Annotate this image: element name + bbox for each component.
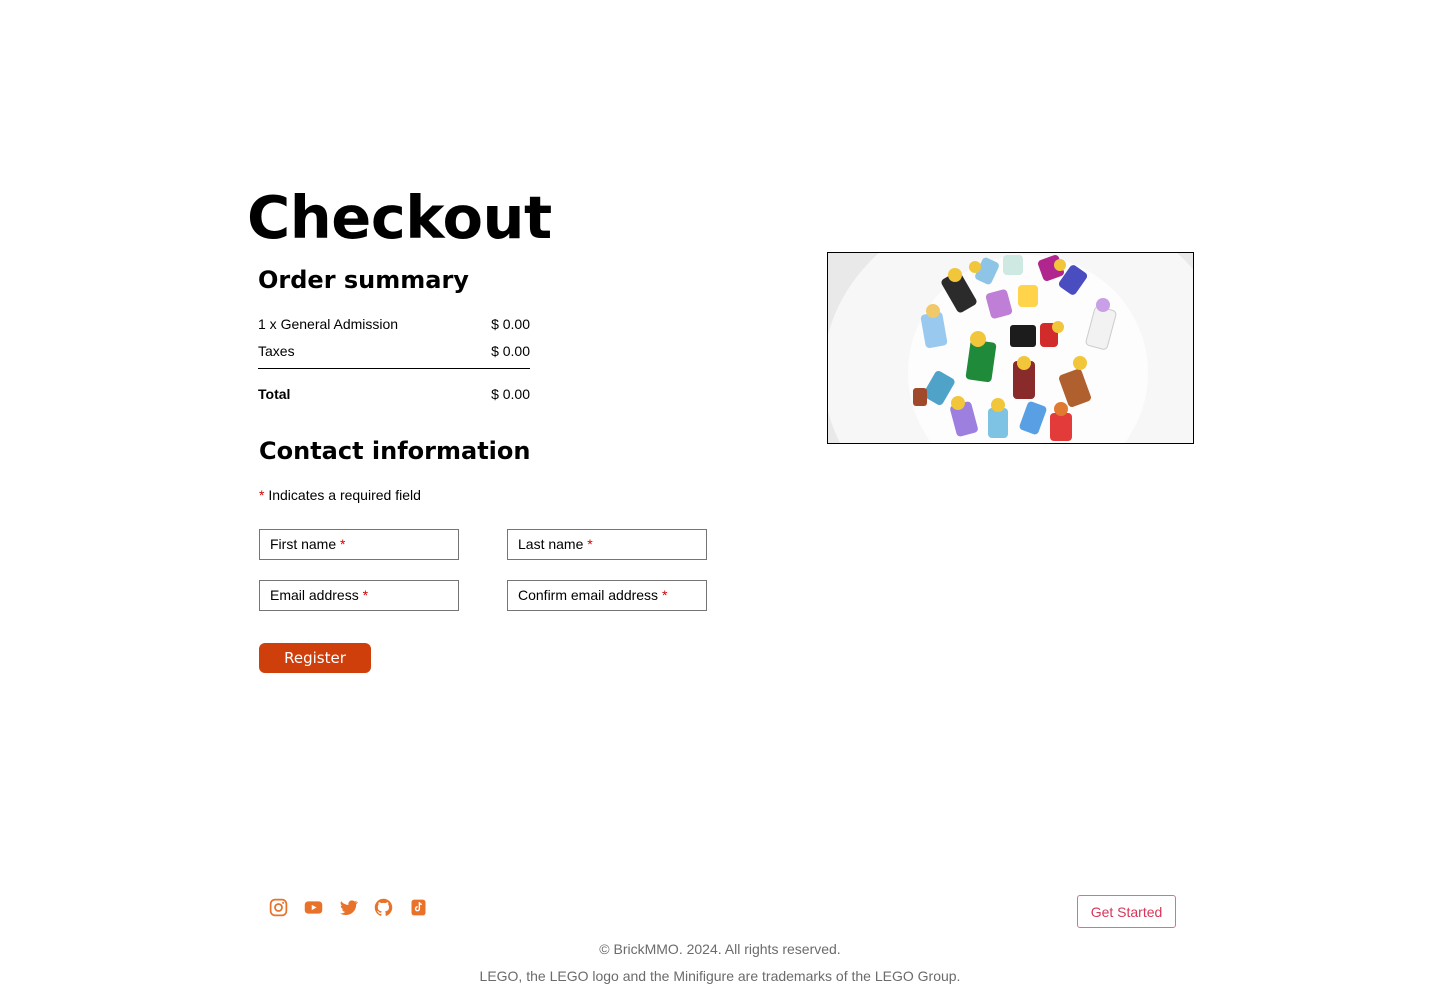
first-name-field[interactable]: First name * <box>259 529 459 560</box>
instagram-icon[interactable] <box>268 897 289 918</box>
contact-heading: Contact information <box>259 437 531 465</box>
total-label: Total <box>258 385 291 402</box>
checkout-page: Checkout Order summary 1 x General Admis… <box>0 0 1440 1008</box>
summary-item-value: $ 0.00 <box>491 342 530 359</box>
required-star: * <box>362 587 369 603</box>
copyright-text: © BrickMMO. 2024. All rights reserved. <box>599 941 841 957</box>
social-links <box>268 897 429 918</box>
summary-divider <box>258 368 530 369</box>
required-star: * <box>259 487 265 503</box>
lego-minifigures-photo-icon <box>828 253 1193 443</box>
register-button[interactable]: Register <box>259 643 371 673</box>
get-started-button[interactable]: Get Started <box>1077 895 1176 928</box>
confirm-email-placeholder: Confirm email address <box>518 587 659 603</box>
confirm-email-field[interactable]: Confirm email address * <box>507 580 707 611</box>
page-title: Checkout <box>247 183 552 252</box>
order-summary-heading: Order summary <box>258 266 469 294</box>
github-icon[interactable] <box>373 897 394 918</box>
required-star: * <box>661 587 668 603</box>
twitter-icon[interactable] <box>338 897 359 918</box>
email-placeholder: Email address <box>270 587 359 603</box>
summary-item-value: $ 0.00 <box>491 315 530 332</box>
last-name-placeholder: Last name <box>518 536 584 552</box>
summary-row-taxes: Taxes $ 0.00 <box>258 337 530 364</box>
hero-image <box>827 252 1194 444</box>
first-name-placeholder: First name <box>270 536 337 552</box>
required-note-text: Indicates a required field <box>268 487 421 503</box>
summary-item-label: 1 x General Admission <box>258 315 399 332</box>
required-field-note: * Indicates a required field <box>259 487 421 503</box>
required-star: * <box>587 536 593 552</box>
summary-item-label: Taxes <box>258 342 295 359</box>
summary-row-total: Total $ 0.00 <box>258 380 530 407</box>
last-name-field[interactable]: Last name * <box>507 529 707 560</box>
youtube-icon[interactable] <box>303 897 324 918</box>
required-star: * <box>340 536 346 552</box>
total-value: $ 0.00 <box>491 385 530 402</box>
summary-row-admission: 1 x General Admission $ 0.00 <box>258 310 530 337</box>
tiktok-icon[interactable] <box>408 897 429 918</box>
email-field[interactable]: Email address * <box>259 580 459 611</box>
order-summary: 1 x General Admission $ 0.00 Taxes $ 0.0… <box>258 310 530 407</box>
trademark-text: LEGO, the LEGO logo and the Minifigure a… <box>479 968 961 984</box>
